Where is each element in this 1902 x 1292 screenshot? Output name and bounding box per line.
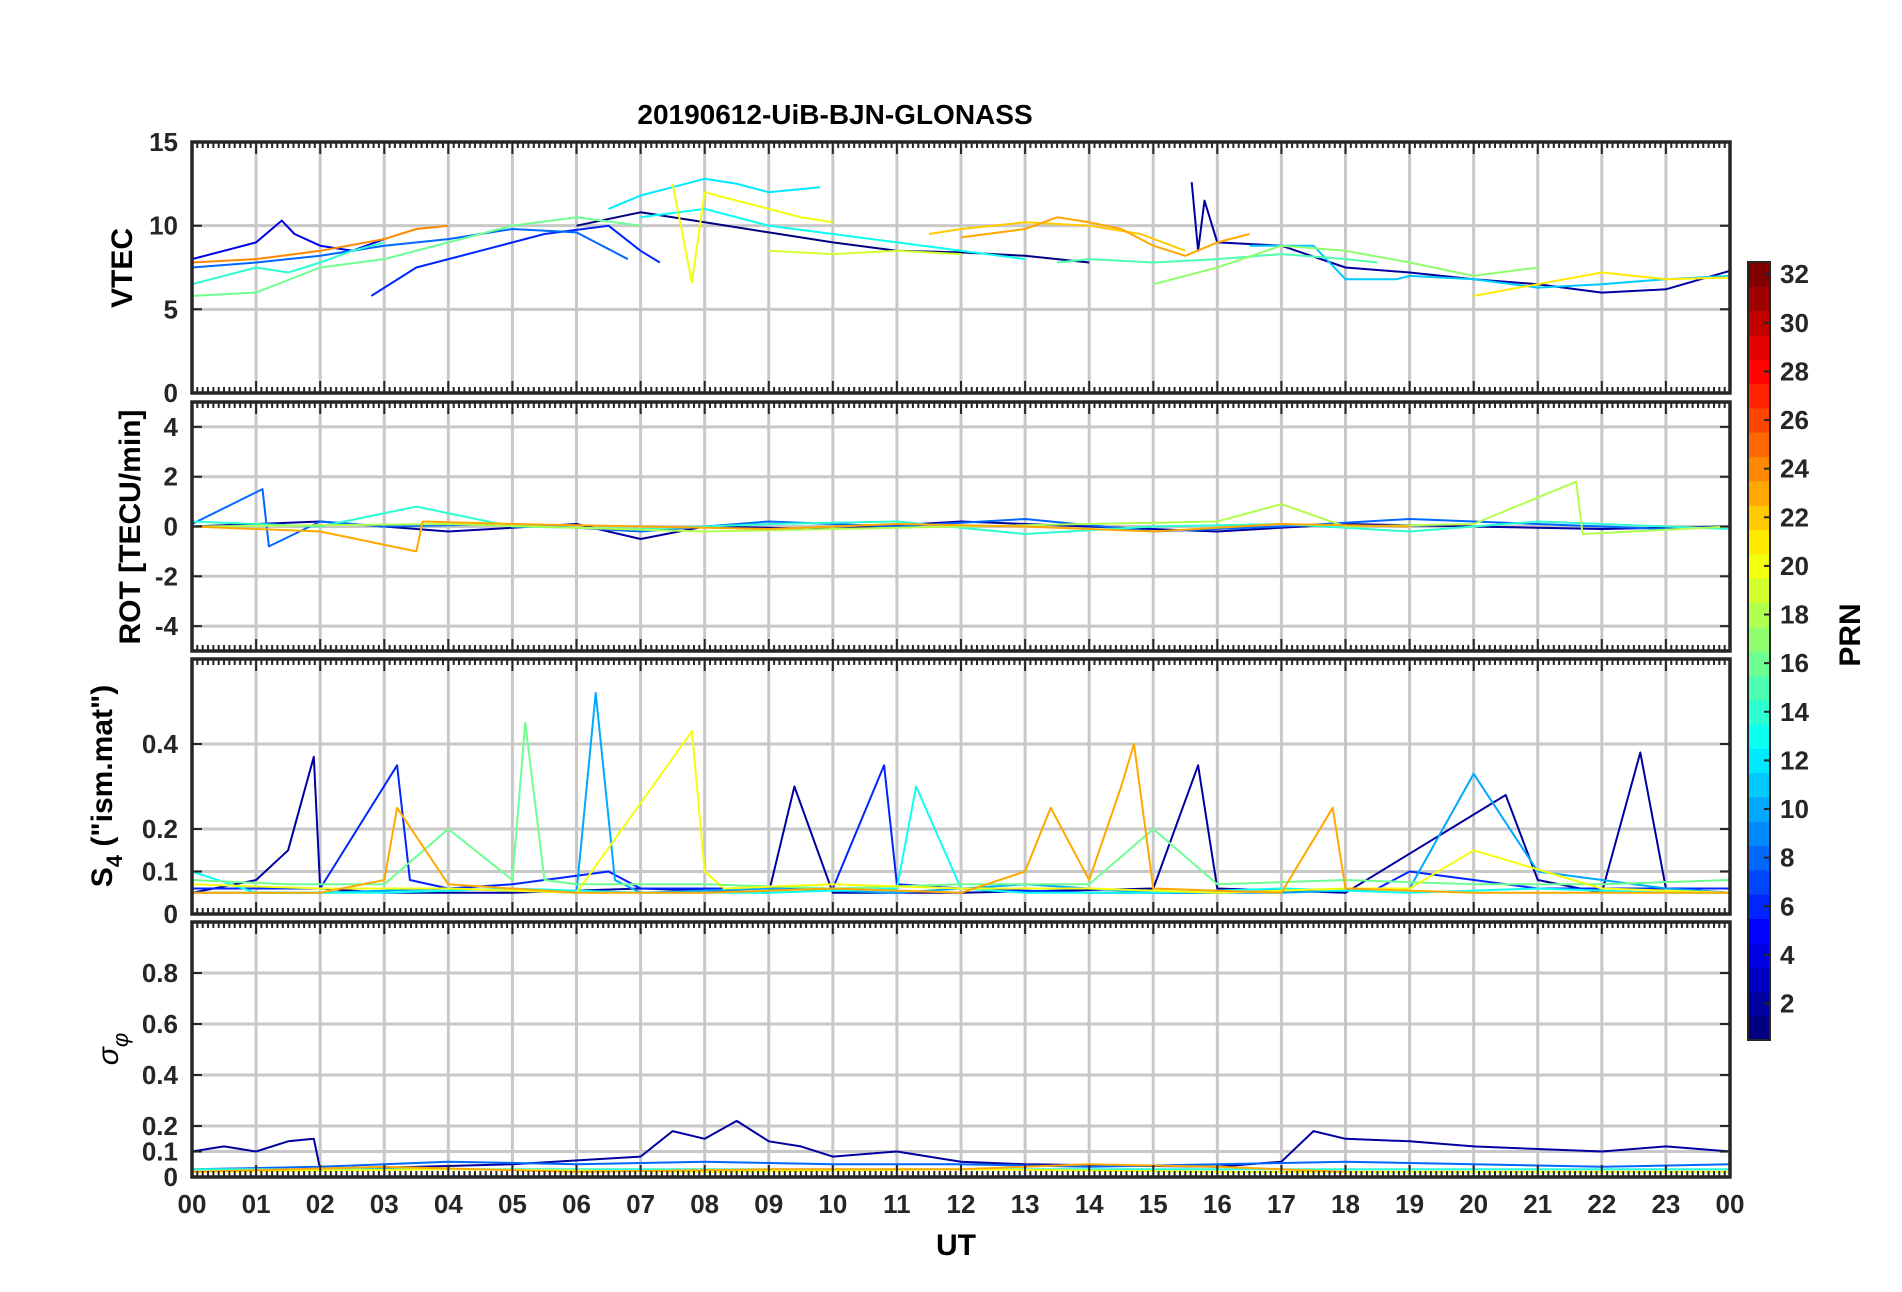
x-tick-label: 21 bbox=[1523, 1189, 1552, 1219]
x-tick-label: 22 bbox=[1587, 1189, 1616, 1219]
y-tick-label: 0.8 bbox=[142, 958, 178, 988]
series-prn-20 bbox=[671, 183, 833, 284]
colorbar-segment bbox=[1748, 578, 1770, 603]
colorbar-segment bbox=[1748, 821, 1770, 847]
colorbar-label: PRN bbox=[1834, 603, 1867, 666]
x-tick-label: 01 bbox=[242, 1189, 271, 1219]
y-tick-label: 0 bbox=[164, 378, 178, 408]
colorbar: 2468101214161820222426283032 bbox=[1747, 259, 1809, 1041]
y-tick-label: -2 bbox=[155, 561, 178, 591]
x-tick-label: 06 bbox=[562, 1189, 591, 1219]
series-prn-23 bbox=[960, 216, 1250, 257]
colorbar-segment bbox=[1748, 432, 1770, 458]
series-prn-11 bbox=[1249, 244, 1731, 289]
x-axis-label: UT bbox=[936, 1229, 976, 1262]
y-tick-label: 0 bbox=[164, 512, 178, 542]
x-tick-label: 00 bbox=[178, 1189, 207, 1219]
colorbar-tick-label: 2 bbox=[1780, 989, 1794, 1019]
colorbar-segment bbox=[1748, 383, 1770, 409]
x-tick-label: 10 bbox=[818, 1189, 847, 1219]
x-tick-label: 03 bbox=[370, 1189, 399, 1219]
y-tick-label: 5 bbox=[164, 294, 178, 324]
x-tick-label: 14 bbox=[1075, 1189, 1104, 1219]
colorbar-segment bbox=[1748, 772, 1770, 798]
x-tick-label: 11 bbox=[883, 1189, 911, 1219]
colorbar-tick-label: 18 bbox=[1780, 600, 1809, 630]
x-tick-label: 02 bbox=[306, 1189, 335, 1219]
colorbar-tick-label: 16 bbox=[1780, 648, 1809, 678]
y-tick-label: 15 bbox=[149, 127, 178, 157]
colorbar-tick-label: 6 bbox=[1780, 891, 1794, 921]
x-tick-label: 05 bbox=[498, 1189, 527, 1219]
panel-rot: -4 -2 0 2 4 ROT [TECU/min] bbox=[114, 400, 1732, 653]
y-tick-label: 0.4 bbox=[142, 1060, 179, 1090]
colorbar-tick-label: 12 bbox=[1780, 745, 1809, 775]
x-tick-label: 20 bbox=[1459, 1189, 1488, 1219]
x-tick-label: 15 bbox=[1139, 1189, 1168, 1219]
colorbar-segment bbox=[1748, 529, 1770, 555]
colorbar-tick-label: 30 bbox=[1780, 308, 1809, 338]
y-tick-label: 0.1 bbox=[142, 857, 178, 887]
chart-figure: 20190612-UiB-BJN-GLONASS UT 051015VTEC-4… bbox=[86, 99, 1867, 1262]
colorbar-tick-label: 14 bbox=[1780, 697, 1809, 727]
panel-vtec: 0 5 10 15 VTEC bbox=[106, 127, 1732, 408]
colorbar-segment bbox=[1748, 480, 1770, 506]
colorbar-tick-label: 4 bbox=[1780, 940, 1795, 970]
y-tick-label: 10 bbox=[149, 211, 178, 241]
y-tick-label: 0.6 bbox=[142, 1009, 178, 1039]
colorbar-segment bbox=[1748, 869, 1770, 895]
y-tick-label: -4 bbox=[155, 611, 179, 641]
colorbar-segment bbox=[1748, 967, 1770, 992]
y-tick-label: 0 bbox=[164, 1162, 178, 1192]
x-tick-labels: 00 01 02 03 04 05 06 07 08 09 10 11 12 13 14 15 16 17 18 19… bbox=[178, 1189, 1745, 1219]
colorbar-segment bbox=[1748, 334, 1770, 360]
colorbar-tick-label: 8 bbox=[1780, 843, 1794, 873]
x-tick-label: 07 bbox=[626, 1189, 655, 1219]
y-tick-label: 0.2 bbox=[142, 814, 178, 844]
colorbar-tick-label: 28 bbox=[1780, 356, 1809, 386]
x-tick-label: 23 bbox=[1651, 1189, 1680, 1219]
y-tick-label: 4 bbox=[164, 412, 179, 442]
y-tick-label: 0.4 bbox=[142, 729, 179, 759]
colorbar-tick-label: 10 bbox=[1780, 794, 1809, 824]
colorbar-tick-label: 26 bbox=[1780, 405, 1809, 435]
x-tick-label: 09 bbox=[754, 1189, 783, 1219]
colorbar-segment bbox=[1748, 626, 1770, 652]
chart-title: 20190612-UiB-BJN-GLONASS bbox=[637, 99, 1032, 130]
y-axis-label-vtec: VTEC bbox=[106, 228, 139, 308]
series-prn-6 bbox=[370, 224, 661, 297]
colorbar-tick-label: 20 bbox=[1780, 551, 1809, 581]
x-tick-label: 04 bbox=[434, 1189, 463, 1219]
colorbar-segment bbox=[1748, 286, 1770, 312]
x-tick-label: 12 bbox=[947, 1189, 976, 1219]
colorbar-tick-label: 32 bbox=[1780, 259, 1809, 289]
panel-s4: 0 0.1 0.2 0.4 S4 ("ism.mat") bbox=[86, 657, 1732, 929]
colorbar-segment bbox=[1748, 918, 1770, 944]
panel-sigma_phi: 00.10.2 0.4 0.6 0.8 σφ bbox=[92, 920, 1732, 1192]
x-tick-label: 13 bbox=[1011, 1189, 1040, 1219]
colorbar-segment bbox=[1748, 723, 1770, 749]
y-tick-label: 2 bbox=[164, 462, 178, 492]
y-tick-label: 0.2 bbox=[142, 1111, 178, 1141]
y-axis-label-sigma_phi: σφ bbox=[92, 1033, 133, 1065]
x-tick-label: 18 bbox=[1331, 1189, 1360, 1219]
y-tick-label: 0 bbox=[164, 899, 178, 929]
colorbar-segment bbox=[1748, 675, 1770, 701]
colorbar-segment bbox=[1748, 1015, 1770, 1041]
colorbar-tick-label: 24 bbox=[1780, 454, 1809, 484]
x-tick-label: 17 bbox=[1267, 1189, 1296, 1219]
x-tick-label: 16 bbox=[1203, 1189, 1232, 1219]
x-tick-label: 19 bbox=[1395, 1189, 1424, 1219]
x-tick-label: 00 bbox=[1716, 1189, 1745, 1219]
y-axis-label-rot: ROT [TECU/min] bbox=[114, 410, 147, 645]
y-tick-label: 0.1 bbox=[142, 1137, 178, 1167]
colorbar-tick-label: 22 bbox=[1780, 502, 1809, 532]
series-prn-2 bbox=[1190, 182, 1731, 294]
y-axis-label-s4: S4 ("ism.mat") bbox=[86, 685, 127, 887]
plot-panels: 051015VTEC-4-2024ROT [TECU/min]00.10.20.… bbox=[86, 127, 1732, 1192]
x-tick-label: 08 bbox=[690, 1189, 719, 1219]
